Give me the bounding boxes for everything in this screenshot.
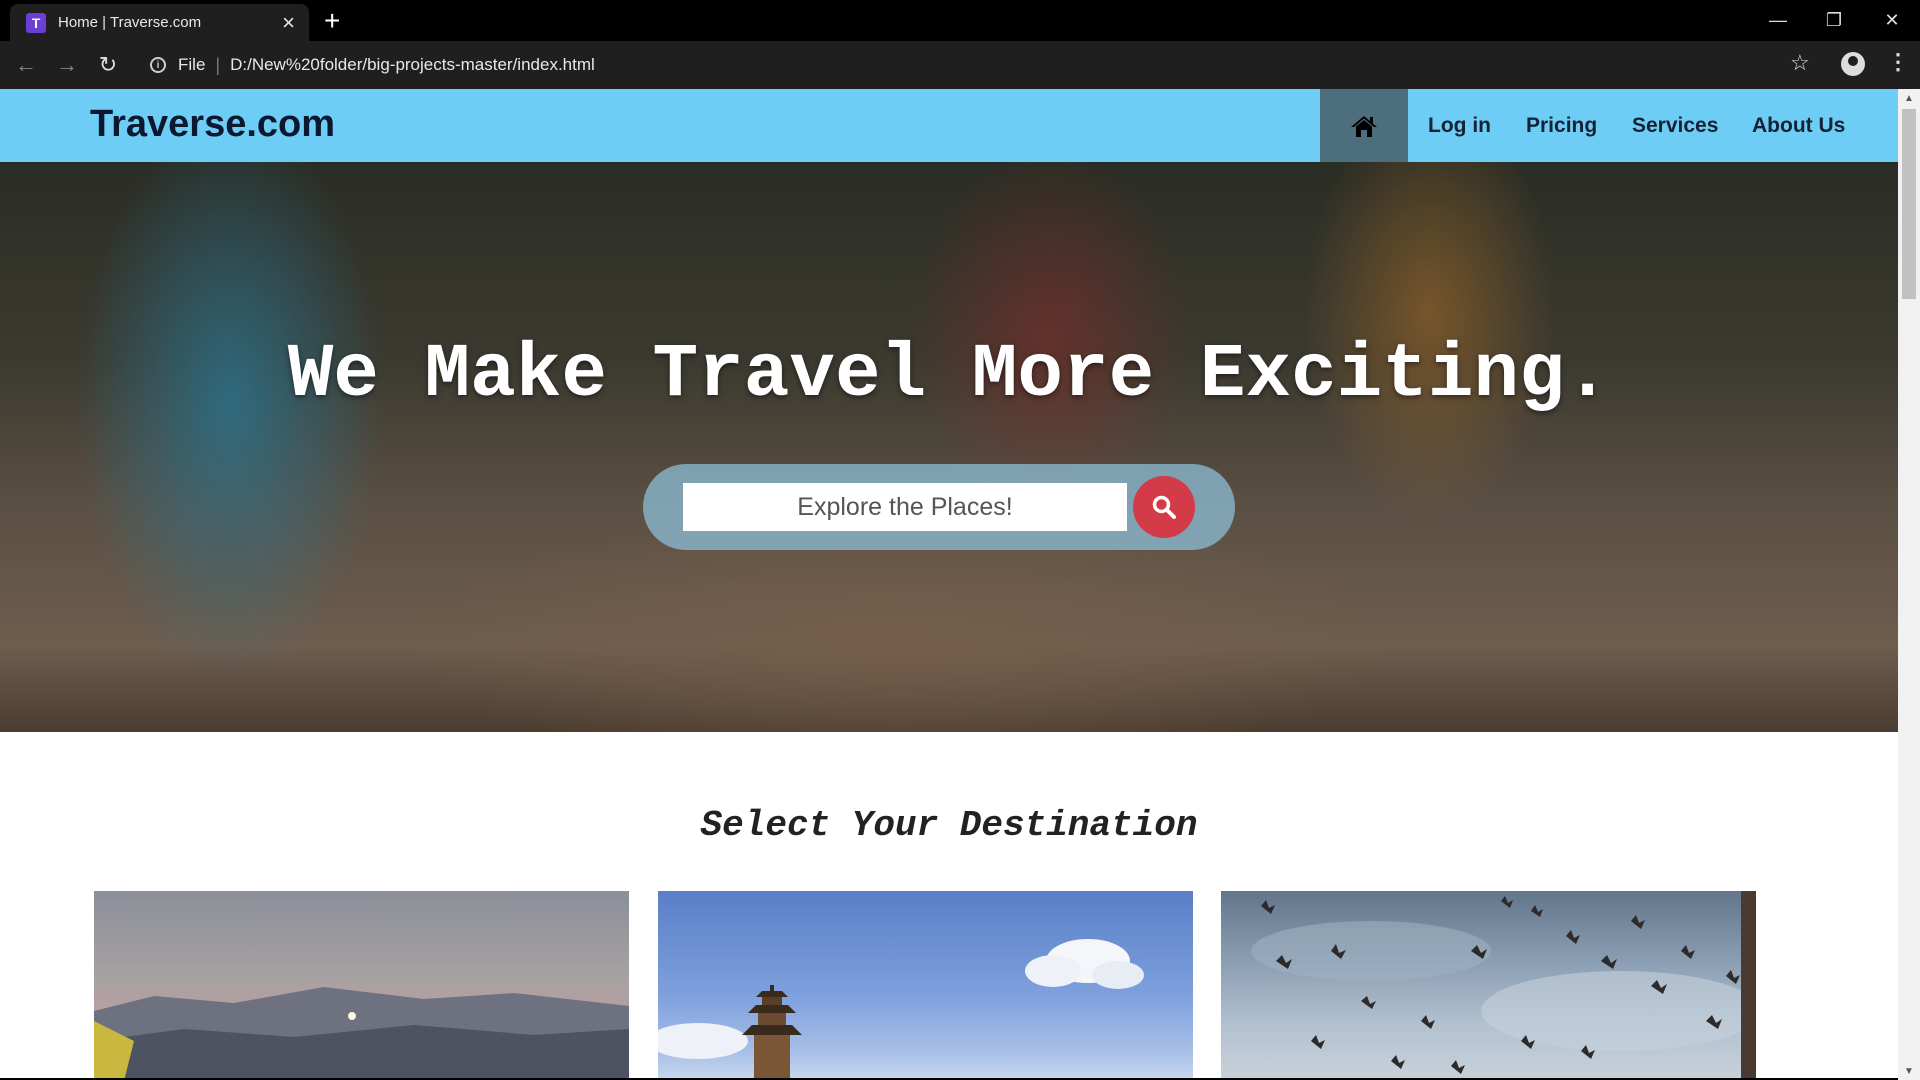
nav-pricing-link[interactable]: Pricing [1526, 89, 1597, 162]
bookmark-star-icon[interactable]: ☆ [1790, 50, 1810, 76]
url-separator: | [215, 54, 221, 75]
mountain-sunset-image [94, 987, 629, 1078]
site-navbar: Traverse.com Log in Pricing Services Abo… [0, 89, 1898, 162]
destination-card-2[interactable] [658, 891, 1193, 1078]
new-tab-icon[interactable]: + [324, 6, 340, 36]
hero-search-form [643, 464, 1235, 550]
page-viewport: Traverse.com Log in Pricing Services Abo… [0, 89, 1898, 1078]
info-icon[interactable]: i [150, 57, 166, 73]
close-tab-icon[interactable]: × [282, 11, 295, 34]
browser-menu-icon[interactable]: ⋮ [1887, 49, 1909, 75]
close-window-icon[interactable]: ✕ [1864, 0, 1920, 41]
destination-card-3[interactable] [1221, 891, 1756, 1078]
nav-home-button[interactable] [1320, 89, 1408, 162]
site-brand[interactable]: Traverse.com [90, 103, 335, 146]
profile-icon[interactable] [1841, 52, 1865, 76]
tab-title: Home | Traverse.com [58, 14, 202, 31]
scrollbar-thumb[interactable] [1902, 109, 1916, 299]
url-scheme: File [178, 55, 206, 74]
hero-title: We Make Travel More Exciting. [287, 332, 1611, 418]
back-icon[interactable]: ← [12, 51, 40, 79]
scroll-down-icon[interactable]: ▼ [1898, 1062, 1920, 1080]
hero-banner: We Make Travel More Exciting. [0, 162, 1898, 732]
destination-search-input[interactable] [683, 483, 1127, 531]
favicon-icon: T [26, 12, 46, 33]
reload-icon[interactable]: ↻ [94, 51, 122, 79]
nav-login-link[interactable]: Log in [1428, 89, 1491, 162]
home-icon [1351, 115, 1377, 137]
url-text[interactable]: D:/New%20folder/big-projects-master/inde… [230, 55, 595, 75]
minimize-icon[interactable]: — [1750, 0, 1806, 41]
destinations-heading: Select Your Destination [700, 805, 1198, 846]
nav-about-link[interactable]: About Us [1752, 89, 1845, 162]
browser-tab-strip: T Home | Traverse.com × + — ❐ ✕ [0, 0, 1920, 41]
page-scrollbar[interactable]: ▲ ▼ [1898, 89, 1920, 1080]
nav-services-link[interactable]: Services [1632, 89, 1718, 162]
forward-icon[interactable]: → [53, 51, 81, 79]
pigeons-sky-image [1251, 891, 1756, 1078]
search-button[interactable] [1133, 476, 1195, 538]
pagoda-temple-image [658, 939, 1144, 1078]
scroll-up-icon[interactable]: ▲ [1898, 89, 1920, 107]
address-bar-row: ← → ↻ i File | D:/New%20folder/big-proje… [0, 41, 1920, 89]
search-icon [1152, 495, 1176, 519]
browser-tab[interactable]: T Home | Traverse.com × [10, 4, 309, 41]
omnibox[interactable]: i File | D:/New%20folder/big-projects-ma… [136, 47, 1842, 83]
destination-card-1[interactable] [94, 891, 629, 1078]
restore-icon[interactable]: ❐ [1806, 0, 1862, 41]
